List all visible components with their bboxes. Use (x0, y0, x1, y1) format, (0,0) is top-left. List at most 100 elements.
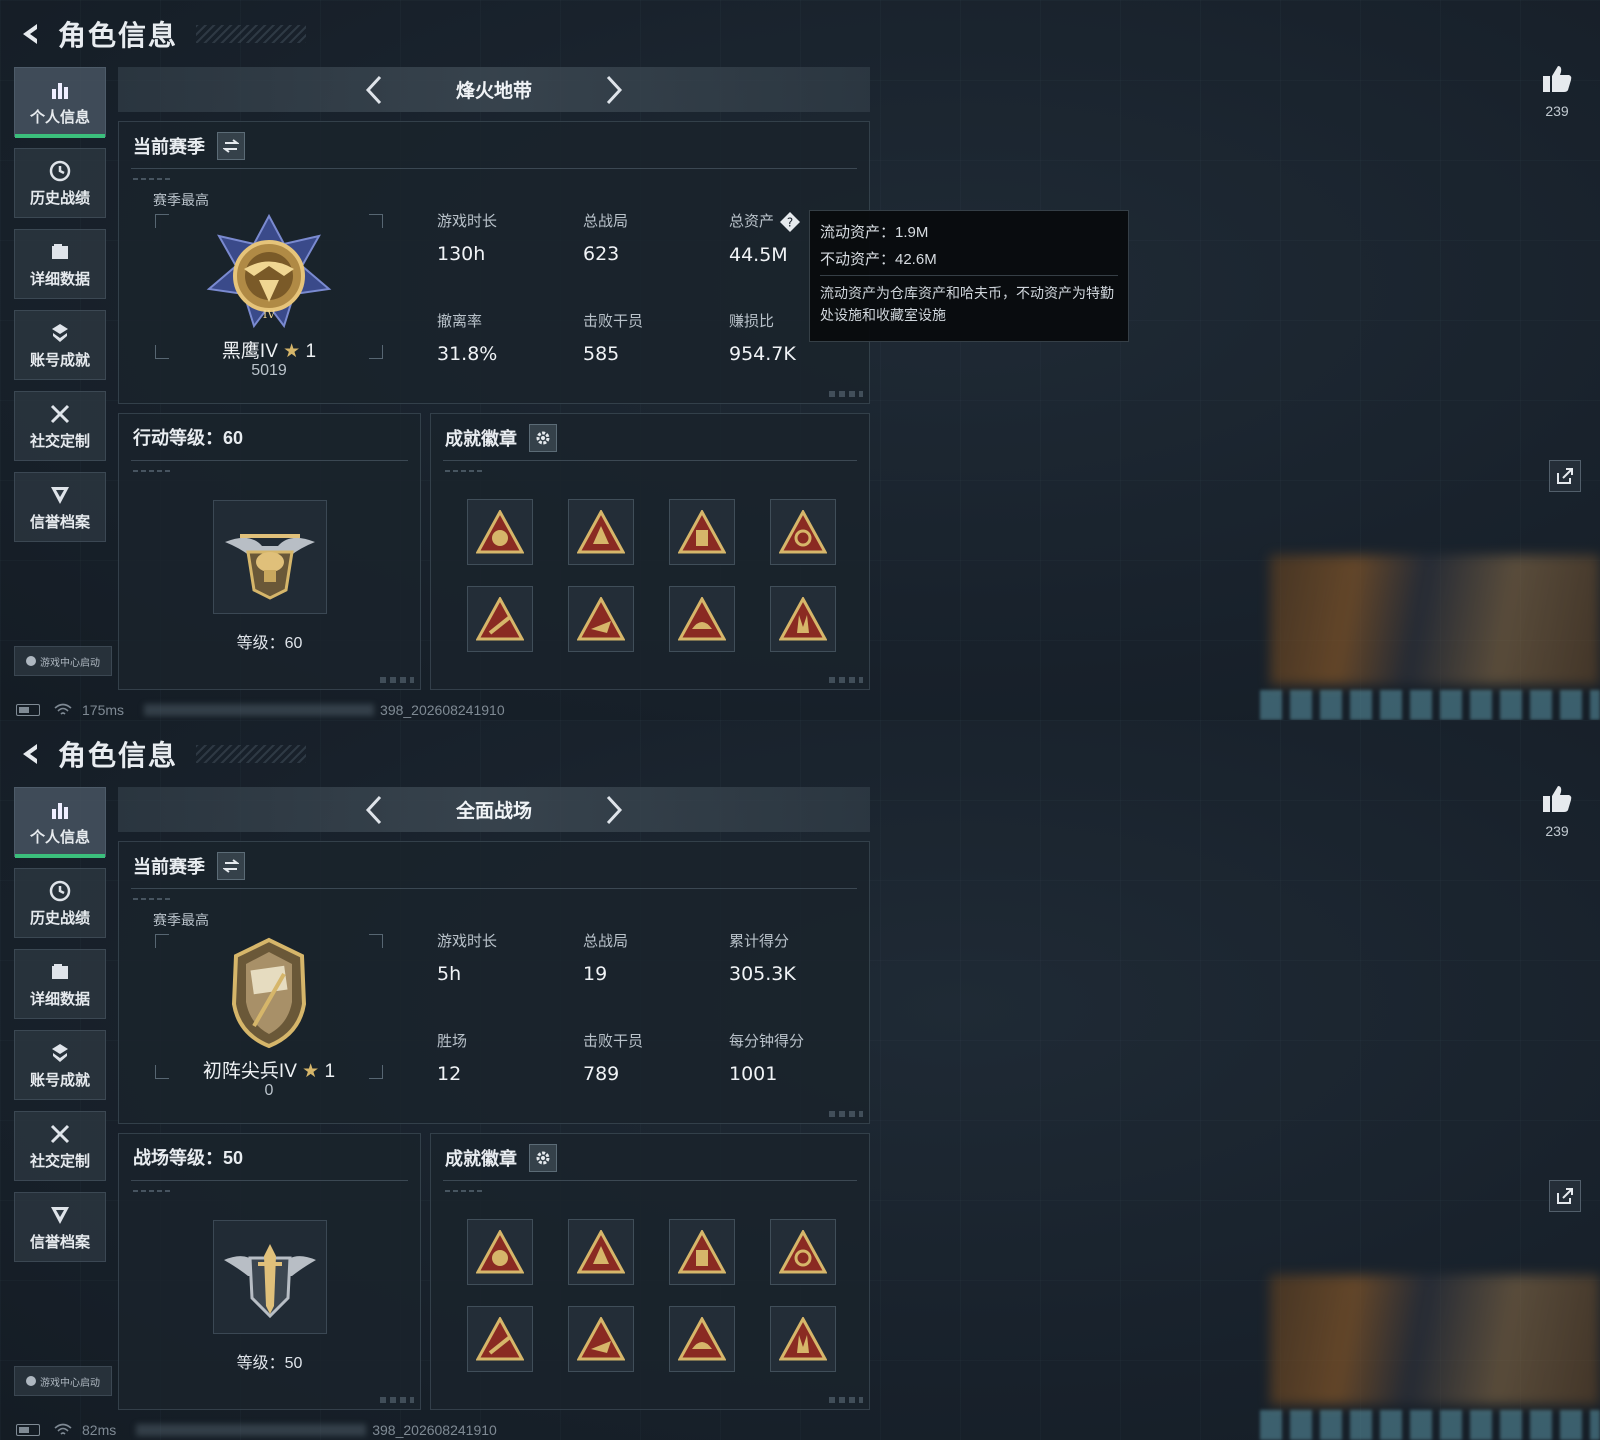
achievement-badge[interactable] (770, 499, 836, 565)
panel-decoration (829, 391, 863, 397)
swap-icon[interactable] (217, 852, 245, 880)
battery-icon (16, 1424, 40, 1436)
achievement-badge[interactable] (467, 1306, 533, 1372)
achievement-badge[interactable] (770, 1306, 836, 1372)
stat-value: 19 (583, 963, 608, 985)
sidebar-item-label: 社交定制 (29, 1152, 90, 1170)
back-arrow-icon[interactable] (16, 20, 44, 48)
history-icon (47, 879, 73, 903)
liquid-assets: 流动资产：1.9M (820, 224, 929, 241)
achievement-badge[interactable] (770, 586, 836, 652)
sidebar-item-achievements[interactable]: 账号成就 (14, 1030, 106, 1100)
stat-value: 130h (437, 243, 486, 265)
page-title: 角色信息 (58, 740, 179, 771)
sidebar-item-label: 个人信息 (29, 108, 90, 126)
mode-name: 烽火地带 (455, 81, 532, 102)
sidebar-item-history[interactable]: 历史战绩 (14, 148, 106, 218)
gear-icon[interactable] (529, 424, 557, 452)
divider (131, 888, 857, 889)
sidebar-item-social[interactable]: 社交定制 (14, 1111, 106, 1181)
badges-title: 成就徽章 (445, 429, 517, 449)
achievement-badge[interactable] (770, 1219, 836, 1285)
sidebar-item-label: 社交定制 (29, 432, 90, 450)
screen-warfare-mode: 角色信息 个人信息 历史战绩 详细数据 账号成就 社交定制 信誉档案 游戏中心启… (0, 720, 1600, 1440)
panel-decoration (380, 677, 414, 683)
stat-value: 12 (437, 1063, 462, 1085)
sidebar-item-details[interactable]: 详细数据 (14, 229, 106, 299)
action-level-panel: 行动等级：60 等级：60 (118, 413, 421, 690)
header: 角色信息 (16, 14, 307, 54)
thumbs-up-icon (1543, 786, 1572, 812)
achievement-badge[interactable] (467, 499, 533, 565)
achievement-badge[interactable] (568, 1306, 634, 1372)
redacted-id (136, 1424, 367, 1436)
achievement-badge[interactable] (467, 586, 533, 652)
chevron-left-icon[interactable] (354, 790, 394, 830)
stat-label: 累计得分 (729, 933, 790, 950)
blurred-artwork (1270, 555, 1600, 685)
badge-icon (577, 1230, 625, 1274)
sidebar-item-reputation[interactable]: 信誉档案 (14, 472, 106, 542)
rank-emblem-icon: IV (204, 213, 334, 334)
share-icon[interactable] (1549, 1180, 1581, 1212)
panel-decoration (133, 470, 173, 472)
achievement-icon (47, 1041, 73, 1065)
badge-icon (678, 510, 726, 554)
achievement-badge[interactable] (669, 586, 735, 652)
reputation-icon (47, 1203, 73, 1227)
stat-label: 胜场 (437, 1033, 468, 1050)
swap-icon[interactable] (217, 132, 245, 160)
stat-total-assets: 总资产? 44.5M (729, 210, 801, 266)
help-icon[interactable]: ? (780, 212, 801, 233)
sidebar-item-reputation[interactable]: 信誉档案 (14, 1192, 106, 1262)
stat-play-time: 游戏时长 5h (437, 930, 497, 985)
share-icon[interactable] (1549, 460, 1581, 492)
divider (131, 168, 857, 169)
achievement-badge[interactable] (669, 499, 735, 565)
chevron-right-icon[interactable] (594, 790, 634, 830)
achievement-badges-panel: 成就徽章 (430, 1133, 870, 1410)
game-center-launch[interactable]: 游戏中心启动 (14, 1366, 112, 1396)
chevron-left-icon[interactable] (354, 70, 394, 110)
battlefield-level-panel: 战场等级：50 等级：50 (118, 1133, 421, 1410)
panel-title: 成就徽章 (445, 424, 557, 452)
assets-description: 流动资产为仓库资产和哈夫币，不动资产为特勤处设施和收藏室设施 (820, 285, 1114, 323)
sidebar-item-personal-info[interactable]: 个人信息 (14, 67, 106, 138)
sidebar-item-social[interactable]: 社交定制 (14, 391, 106, 461)
achievement-badge[interactable] (669, 1306, 735, 1372)
sidebar-item-history[interactable]: 历史战绩 (14, 868, 106, 938)
sidebar-item-label: 账号成就 (29, 1071, 90, 1089)
achievement-badge[interactable] (568, 586, 634, 652)
achievement-badge[interactable] (568, 1219, 634, 1285)
current-season-panel: 当前赛季 赛季最高 IV 黑鹰IV ★ 1 5019 游戏时长 130h 总战局… (118, 121, 870, 404)
sidebar-item-details[interactable]: 详细数据 (14, 949, 106, 1019)
game-center-launch[interactable]: 游戏中心启动 (14, 646, 112, 676)
panel-decoration (445, 470, 485, 472)
badge-icon (779, 597, 827, 641)
chevron-right-icon[interactable] (594, 70, 634, 110)
panel-decoration (829, 677, 863, 683)
back-arrow-icon[interactable] (16, 740, 44, 768)
achievement-badge[interactable] (467, 1219, 533, 1285)
rank-name: 初阵尖兵IV ★ 1 (153, 1056, 385, 1083)
badge-icon (779, 1230, 827, 1274)
stat-value: 31.8% (437, 343, 498, 365)
achievement-badge[interactable] (669, 1219, 735, 1285)
rank-score: 0 (264, 1082, 274, 1099)
level-value: 等级：60 (236, 635, 303, 652)
sidebar-item-personal-info[interactable]: 个人信息 (14, 787, 106, 858)
gear-icon[interactable] (529, 1144, 557, 1172)
like-button[interactable]: 239 (1535, 784, 1579, 839)
sidebar-item-label: 个人信息 (29, 828, 90, 846)
sidebar-item-achievements[interactable]: 账号成就 (14, 310, 106, 380)
panel-title: 成就徽章 (445, 1144, 557, 1172)
achievement-badge[interactable] (568, 499, 634, 565)
rank-name: 黑鹰IV ★ 1 (153, 336, 385, 363)
sidebar-item-label: 历史战绩 (29, 909, 90, 927)
stat-label: 游戏时长 (437, 213, 498, 230)
season-best-label: 赛季最高 (153, 912, 209, 928)
like-button[interactable]: 239 (1535, 64, 1579, 119)
game-center-label: 游戏中心启动 (40, 657, 100, 669)
mode-switcher: 烽火地带 (118, 67, 870, 112)
badge-icon (476, 1317, 524, 1361)
